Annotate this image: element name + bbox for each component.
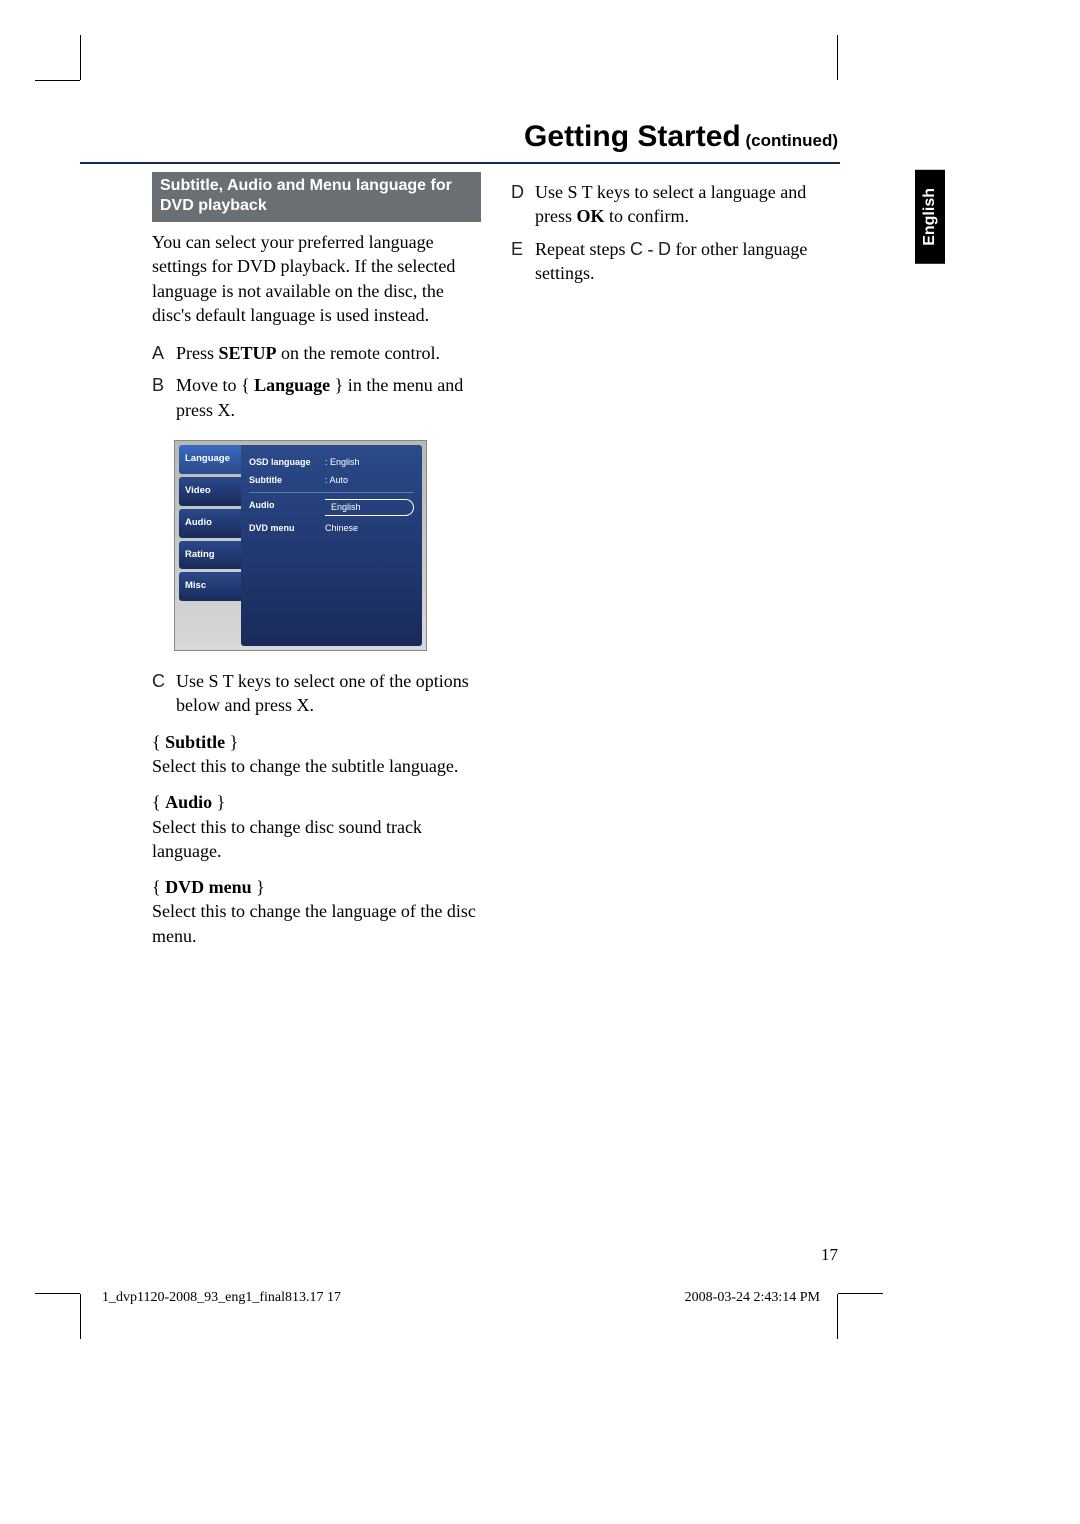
option-dvdmenu: { DVD menu } Select this to change the l… [152,875,481,948]
page-header: Getting Started (continued) [80,120,840,154]
step-marker-a: A [152,341,176,365]
header-title: Getting Started [524,120,741,153]
step-marker-e: E [511,237,535,286]
footer-timestamp: 2008-03-24 2:43:14 PM [685,1290,820,1306]
page-content: Getting Started (continued) English Subt… [80,80,840,1290]
osd-menu-tabs: Language Video Audio Rating Misc [179,445,241,646]
step-d: D Use S T keys to select a language and … [511,180,840,229]
osd-tab-audio: Audio [179,509,241,538]
step-a: A Press SETUP on the remote control. [152,341,481,365]
footer-file: 1_dvp1120-2008_93_eng1_final813.17 17 [102,1290,341,1306]
header-continued: (continued) [741,131,838,150]
step-c: C Use S T keys to select one of the opti… [152,669,481,718]
osd-tab-misc: Misc [179,572,241,601]
step-marker-b: B [152,373,176,422]
osd-menu-options: OSD language: English Subtitle: Auto Aud… [241,445,422,646]
header-rule [80,162,840,164]
osd-tab-video: Video [179,477,241,506]
intro-paragraph: You can select your preferred language s… [152,230,481,327]
step-marker-c: C [152,669,176,718]
step-b: B Move to { Language } in the menu and p… [152,373,481,422]
osd-tab-rating: Rating [179,541,241,570]
step-marker-d: D [511,180,535,229]
language-tab: English [915,170,945,264]
left-column: Subtitle, Audio and Menu language for DV… [152,172,481,960]
osd-tab-language: Language [179,445,241,474]
page-number: 17 [821,1245,838,1265]
step-e: E Repeat steps C - D for other language … [511,237,840,286]
option-audio: { Audio } Select this to change disc sou… [152,790,481,863]
footer: 1_dvp1120-2008_93_eng1_final813.17 17 20… [102,1290,820,1306]
option-subtitle: { Subtitle } Select this to change the s… [152,730,481,779]
osd-menu-screenshot: Language Video Audio Rating Misc OSD lan… [174,440,427,651]
section-heading: Subtitle, Audio and Menu language for DV… [152,172,481,222]
right-column: D Use S T keys to select a language and … [511,172,840,960]
